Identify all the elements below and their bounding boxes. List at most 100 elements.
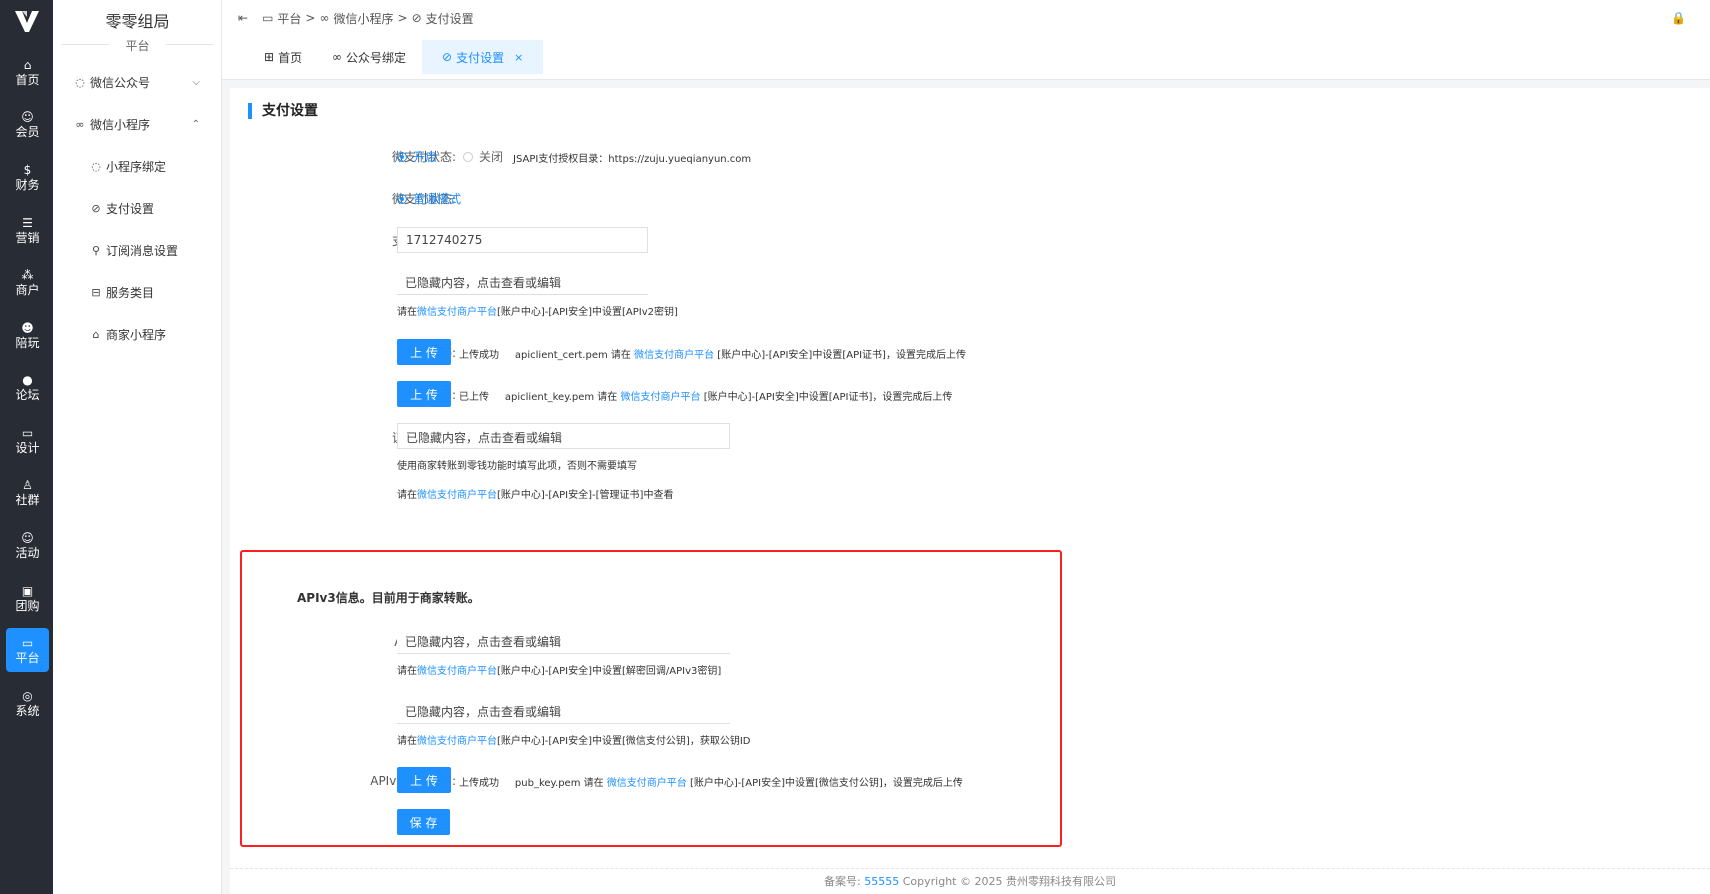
platform-link[interactable]: 微信支付商户平台 [417, 490, 497, 501]
secret-input[interactable]: 已隐藏内容，点击查看或编辑 [397, 269, 648, 295]
nav-label: 社群 [15, 492, 40, 507]
nav-label: 会员 [15, 124, 40, 139]
mch-id-input[interactable]: 1712740275 [397, 227, 648, 253]
tab-label: 支付设置 [456, 50, 505, 65]
menu-label: 支付设置 [106, 201, 155, 216]
menu-merchant-miniprogram[interactable]: ⌂ 商家小程序 [53, 321, 222, 347]
merchant-icon: ⁂ [21, 267, 34, 282]
record-number-link[interactable]: 55555 [864, 875, 899, 888]
hint-text: [账户中心]-[API安全]中设置[APIv2密钥] [497, 307, 678, 318]
nav-item-0[interactable]: ⌂ 首页 [6, 50, 49, 94]
nav-item-10[interactable]: ▣ 团购 [6, 576, 49, 620]
menu-service-category[interactable]: ⊟ 服务类目 [53, 279, 222, 305]
monitor-icon: ▭ [262, 11, 274, 25]
finance-icon: $ [23, 162, 32, 177]
breadcrumb: ▭ 平台 > ∞ 微信小程序 > ⊘ 支付设置 [262, 10, 478, 27]
pay-icon: ⊘ [91, 201, 101, 215]
menu-label: 微信公众号 [90, 75, 151, 90]
hint-text: 请在 [397, 490, 417, 501]
nav-label: 营销 [15, 230, 40, 245]
platform-link[interactable]: 微信支付商户平台 [634, 350, 714, 361]
play-icon: ☻ [21, 320, 34, 335]
tab-pay-settings[interactable]: ⊘ 支付设置 × [422, 40, 544, 74]
chat-icon: ◌ [91, 159, 101, 173]
serial-input[interactable]: 已隐藏内容，点击查看或编辑 [397, 423, 730, 449]
grid-icon: ⊞ [264, 50, 275, 64]
home-icon: ⌂ [23, 57, 32, 72]
menu-subscribe-settings[interactable]: ⚲ 订阅消息设置 [53, 237, 222, 263]
secret-hint: 请在微信支付商户平台[账户中心]-[API安全]中设置[APIv2密钥] [397, 303, 678, 318]
marketing-icon: ☰ [22, 215, 33, 230]
pem-file: apiclient_cert.pem 请在 [514, 350, 631, 361]
pem-upload-button[interactable]: 上 传 [397, 339, 451, 365]
key-hint: [账户中心]-[API安全]中设置[API证书]，设置完成后上传 [703, 392, 953, 403]
radio-dot [397, 151, 407, 162]
collapse-icon[interactable]: ⇤ [238, 11, 248, 25]
breadcrumb-separator: > [397, 11, 408, 25]
close-icon[interactable]: × [514, 51, 523, 64]
nav-item-12[interactable]: ◎ 系统 [6, 681, 49, 725]
link-icon: ∞ [319, 11, 330, 25]
nav-label: 陪玩 [15, 335, 40, 350]
radio-pay-on[interactable]: 开启 [397, 148, 437, 165]
design-icon: ▭ [21, 425, 34, 440]
pem-status: 上传成功 [459, 350, 499, 361]
highlight-box [240, 550, 1062, 847]
key-file: apiclient_key.pem 请在 [504, 392, 618, 403]
link-icon: ∞ [75, 117, 85, 131]
top-bar: ⇤ ▭ 平台 > ∞ 微信小程序 > ⊘ 支付设置 🔒 [222, 0, 1710, 36]
nav-item-4[interactable]: ⁂ 商户 [6, 260, 49, 304]
home-icon: ⌂ [92, 327, 100, 341]
radio-pay-mode[interactable]: 普通模式 [397, 190, 461, 207]
radio-label: 关闭 [479, 150, 504, 164]
pay-icon: ⊘ [442, 50, 453, 64]
hint-text: 请在 [397, 307, 417, 318]
radio-label: 开启 [413, 150, 438, 164]
nav-label: 设计 [15, 440, 40, 455]
key-status: 已上传 [459, 392, 489, 403]
tab-home[interactable]: ⊞ 首页 [244, 40, 322, 74]
menu-wechat-miniprogram[interactable]: ∞ 微信小程序 ⌃ [53, 111, 222, 137]
nav-item-8[interactable]: ♙ 社群 [6, 470, 49, 514]
nav-item-1[interactable]: ☺ 会员 [6, 102, 49, 146]
nav-label: 财务 [15, 177, 40, 192]
section-title: 支付设置 [248, 103, 318, 119]
nav-item-7[interactable]: ▭ 设计 [6, 418, 49, 462]
nav-item-9[interactable]: ☺ 活动 [6, 523, 49, 567]
menu-label: 小程序绑定 [106, 159, 167, 174]
main-nav: ⌂ 首页 ☺ 会员 $ 财务 ☰ 营销 ⁂ 商户 ☻ 陪玩 ● 论坛 ▭ 设计 ♙ 社群 ☺ 活动 ▣ 团购 ▭ 平台 ◎ 系统 [0, 0, 53, 894]
nav-item-11[interactable]: ▭ 平台 [6, 628, 49, 672]
sub-nav: 零零组局 平台 ◌ 微信公众号 ⌵ ∞ 微信小程序 ⌃ ◌ 小程序绑定 ⊘ 支付… [53, 0, 222, 894]
platform-link[interactable]: 微信支付商户平台 [621, 392, 701, 403]
footer: 备案号: 55555 Copyright © 2025 贵州零翔科技有限公司 [230, 868, 1710, 894]
platform-link[interactable]: 微信支付商户平台 [417, 307, 497, 318]
nav-item-3[interactable]: ☰ 营销 [6, 208, 49, 252]
menu-pay-settings[interactable]: ⊘ 支付设置 [53, 195, 222, 221]
radio-pay-off[interactable]: 关闭 [463, 148, 503, 165]
forum-icon: ● [22, 372, 33, 387]
nav-label: 活动 [15, 545, 40, 560]
platform-icon: ▭ [21, 635, 34, 650]
menu-label: 订阅消息设置 [106, 243, 179, 258]
tab-label: 公众号绑定 [346, 50, 407, 65]
hint-text: [账户中心]-[API安全]-[管理证书]中查看 [497, 490, 674, 501]
tab-official-bind[interactable]: ∞ 公众号绑定 [312, 40, 426, 74]
jsapi-note: JSAPI支付授权目录：https://zuju.yueqianyun.com [513, 154, 752, 165]
menu-miniprogram-bind[interactable]: ◌ 小程序绑定 [53, 153, 222, 179]
nav-label: 团购 [15, 598, 40, 613]
nav-item-5[interactable]: ☻ 陪玩 [6, 313, 49, 357]
breadcrumb-item[interactable]: 微信小程序 [333, 10, 393, 27]
menu-wechat-official[interactable]: ◌ 微信公众号 ⌵ [53, 69, 222, 95]
serial-hint: 请在微信支付商户平台[账户中心]-[API安全]-[管理证书]中查看 [397, 486, 673, 501]
nav-item-6[interactable]: ● 论坛 [6, 365, 49, 409]
link-icon: ∞ [332, 50, 342, 64]
nav-item-2[interactable]: $ 财务 [6, 155, 49, 199]
chevron-down-icon: ⌵ [192, 76, 200, 88]
groupbuy-icon: ▣ [21, 583, 34, 598]
footer-copyright: Copyright © 2025 贵州零翔科技有限公司 [902, 875, 1116, 888]
key-upload-button[interactable]: 上 传 [397, 381, 451, 407]
nav-label: 论坛 [15, 387, 40, 402]
breadcrumb-item[interactable]: 平台 [277, 10, 301, 27]
system-icon: ◎ [22, 688, 33, 703]
lock-icon[interactable]: 🔒 [1671, 11, 1686, 25]
